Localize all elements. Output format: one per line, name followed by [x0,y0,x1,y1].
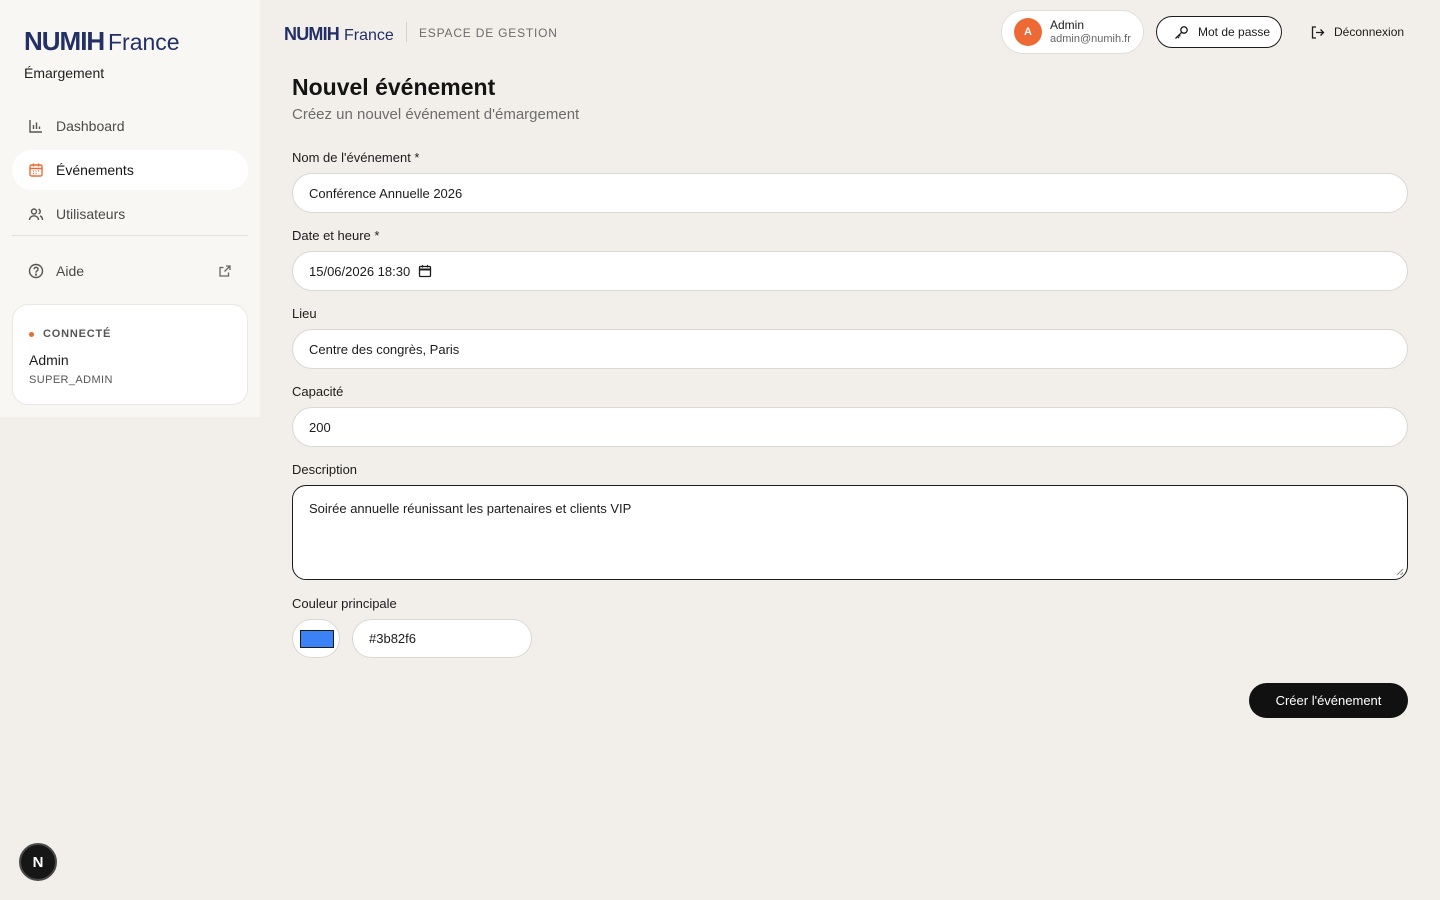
sidebar-item-users[interactable]: Utilisateurs [12,194,248,234]
logout-button[interactable]: Déconnexion [1300,16,1412,48]
sidebar: NUMIH France Émargement Dashboard Événem… [0,0,260,417]
svg-text:France: France [108,29,180,55]
key-icon [1174,25,1189,40]
resize-handle-icon[interactable] [1396,568,1404,576]
page-subtitle: Créez un nouvel événement d'émargement [292,106,580,123]
user-email: admin@numih.fr [1050,33,1131,45]
password-button-label: Mot de passe [1198,25,1271,39]
calendar-picker-icon[interactable] [418,264,432,278]
datetime-label: Date et heure * [292,228,380,243]
sidebar-divider [12,235,248,236]
numih-france-logo[interactable]: NUMIH France [24,26,186,56]
dev-tools-badge[interactable]: N [19,843,57,881]
sidebar-item-label: Dashboard [56,118,125,134]
app-subtitle: Émargement [24,65,105,81]
datetime-input[interactable]: 15/06/2026 18:30 [292,251,1408,291]
sidebar-item-events[interactable]: Événements [12,150,248,190]
bar-chart-icon [28,118,44,134]
connection-status: CONNECTÉ [29,328,111,340]
calendar-icon [28,162,44,178]
header-divider [406,22,407,42]
sidebar-item-dashboard[interactable]: Dashboard [12,106,248,146]
users-icon [28,206,44,222]
location-input[interactable]: Centre des congrès, Paris [292,329,1408,369]
color-swatch-fill [300,630,334,648]
event-name-label: Nom de l'événement * [292,150,420,165]
sidebar-item-label: Événements [56,162,134,178]
user-name: Admin [1050,18,1085,32]
page-title: Nouvel événement [292,74,496,100]
connected-user-name: Admin [29,352,69,368]
password-button[interactable]: Mot de passe [1156,16,1282,48]
svg-text:NUMIH: NUMIH [24,26,104,56]
create-event-button[interactable]: Créer l'événement [1249,683,1408,718]
external-link-icon [218,264,232,278]
logout-icon [1310,25,1325,40]
location-label: Lieu [292,306,317,321]
capacity-label: Capacité [292,384,344,399]
sidebar-item-help[interactable]: Aide [12,251,248,291]
event-name-input[interactable]: Conférence Annuelle 2026 [292,173,1408,213]
avatar: A [1014,18,1042,46]
description-label: Description [292,462,358,477]
help-circle-icon [28,263,44,279]
sidebar-item-label: Utilisateurs [56,206,126,222]
color-picker[interactable] [292,619,340,658]
status-dot [29,331,34,337]
color-label: Couleur principale [292,596,397,611]
header-logo[interactable]: NUMIH France [284,22,396,44]
sidebar-item-label: Aide [56,263,85,279]
space-label: ESPACE DE GESTION [419,26,558,40]
capacity-input[interactable]: 200 [292,407,1408,447]
connected-user-role: SUPER_ADMIN [29,374,113,386]
user-chip[interactable]: A Admin admin@numih.fr [1001,10,1144,54]
connection-card: CONNECTÉ Admin SUPER_ADMIN [12,304,248,405]
description-textarea[interactable]: Soirée annuelle réunissant les partenair… [292,485,1408,580]
svg-text:France: France [344,27,394,44]
color-hex-input[interactable]: #3b82f6 [352,619,532,658]
svg-text:NUMIH: NUMIH [284,24,339,44]
logout-button-label: Déconnexion [1334,25,1405,39]
